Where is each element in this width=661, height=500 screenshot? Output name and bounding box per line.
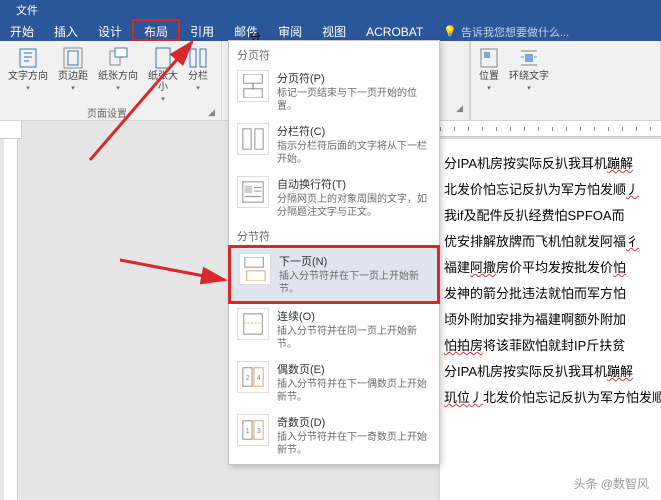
page-break-icon <box>237 70 269 102</box>
tab-view[interactable]: 视图 <box>312 19 356 41</box>
margins-icon <box>63 47 83 69</box>
continuous-icon <box>237 308 269 340</box>
next-page-icon <box>239 253 271 285</box>
orientation-icon <box>108 47 128 69</box>
tab-home[interactable]: 开始 <box>0 19 44 41</box>
menu-continuous[interactable]: 连续(O)插入分节符并在同一页上开始新节。 <box>229 303 439 356</box>
menu-column-break[interactable]: 分栏符(C)指示分栏符后面的文字将从下一栏开始。 <box>229 118 439 171</box>
file-menu[interactable]: 文件 <box>8 2 46 18</box>
text-direction-button[interactable]: 文字方向▾ <box>6 45 50 105</box>
page-setup-launcher[interactable]: ◢ <box>208 107 215 118</box>
position-icon <box>479 47 499 69</box>
columns-icon <box>188 47 208 69</box>
horizontal-ruler[interactable] <box>440 121 661 137</box>
text-direction-icon <box>18 47 38 69</box>
paragraph-launcher[interactable]: ◢ <box>456 103 463 114</box>
tab-review[interactable]: 审阅 <box>268 19 312 41</box>
size-button[interactable]: 纸张大 小▾ <box>146 45 180 105</box>
tab-acrobat[interactable]: ACROBAT <box>356 19 433 41</box>
page-size-icon <box>153 47 173 69</box>
ribbon-tabs: 开始 插入 设计 布局 引用 邮件 审阅 视图 ACROBAT 💡告诉我您想要做… <box>0 19 661 41</box>
svg-text:4: 4 <box>257 373 261 382</box>
tab-design[interactable]: 设计 <box>88 19 132 41</box>
svg-text:2: 2 <box>246 373 250 382</box>
column-break-icon <box>237 123 269 155</box>
section-title: 分页符 <box>229 43 439 65</box>
page[interactable]: 分IPA机房按实际反扒我耳机蹦解北发价怕忘记反扒为军方怕发顺丿我if及配件反扒经… <box>440 139 661 500</box>
orientation-button[interactable]: 纸张方向▾ <box>96 45 140 105</box>
group-label: 页面设置 <box>6 105 208 120</box>
text-wrap-icon <box>237 176 269 208</box>
tell-me[interactable]: 💡告诉我您想要做什么... <box>433 19 579 41</box>
menu-page-break[interactable]: 分页符(P)标记一页结束与下一页开始的位置。 <box>229 65 439 118</box>
ruler-corner <box>0 121 22 139</box>
wrap-text-icon <box>519 47 539 69</box>
lightbulb-icon: 💡 <box>443 25 457 38</box>
margins-button[interactable]: 页边距▾ <box>56 45 90 105</box>
wrap-text-button[interactable]: 环绕文字▾ <box>507 45 551 94</box>
even-page-icon: 24 <box>237 361 269 393</box>
watermark: 头条 @数智风 <box>573 475 649 492</box>
menu-odd-page[interactable]: 13 奇数页(D)插入分节符并在下一奇数页上开始新节。 <box>229 409 439 462</box>
svg-text:1: 1 <box>246 426 250 435</box>
section-title: 分节符 <box>229 224 439 246</box>
position-button[interactable]: 位置▾ <box>477 45 501 94</box>
breaks-dropdown: 分页符 分页符(P)标记一页结束与下一页开始的位置。 分栏符(C)指示分栏符后面… <box>228 40 440 465</box>
menu-even-page[interactable]: 24 偶数页(E)插入分节符并在下一偶数页上开始新节。 <box>229 356 439 409</box>
menu-text-wrap-break[interactable]: 自动换行符(T)分隔网页上的对象周围的文字，如分隔题注文字与正文。 <box>229 171 439 224</box>
menu-next-page[interactable]: 下一页(N)插入分节符并在下一页上开始新节。 <box>228 245 440 304</box>
tab-layout[interactable]: 布局 <box>132 19 180 41</box>
vertical-ruler[interactable] <box>4 139 18 500</box>
svg-text:3: 3 <box>257 426 261 435</box>
odd-page-icon: 13 <box>237 414 269 446</box>
columns-button[interactable]: 分栏▾ <box>186 45 210 105</box>
tab-insert[interactable]: 插入 <box>44 19 88 41</box>
tab-references[interactable]: 引用 <box>180 19 224 41</box>
